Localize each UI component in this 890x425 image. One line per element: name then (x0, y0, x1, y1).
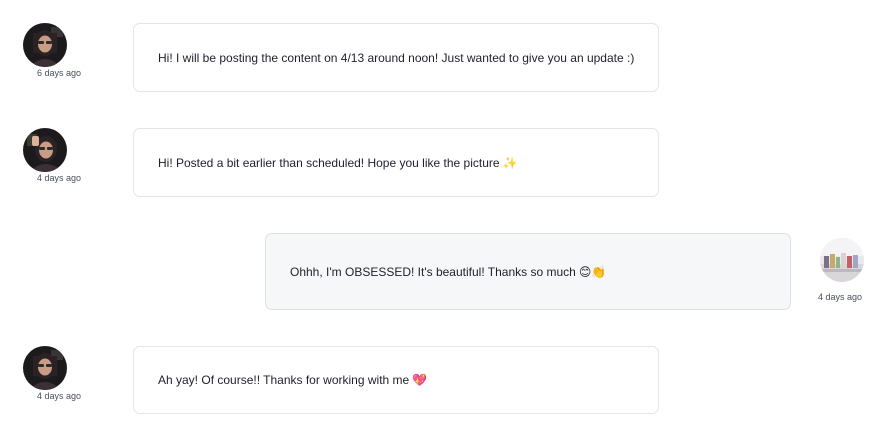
outgoing-message-bubble[interactable]: Ohhh, I'm OBSESSED! It's beautiful! Than… (265, 233, 791, 310)
sparkles-icon: ✨ (502, 155, 518, 170)
message-thread: 6 days ago Hi! I will be posting the con… (0, 0, 890, 425)
message-timestamp: 4 days ago (818, 292, 863, 302)
message-text: Hi! Posted a bit earlier than scheduled!… (158, 155, 500, 170)
incoming-message-bubble[interactable]: Hi! I will be posting the content on 4/1… (133, 23, 659, 92)
message-text: Ah yay! Of course!! Thanks for working w… (158, 373, 410, 387)
recipient-avatar[interactable] (820, 238, 864, 282)
incoming-message-bubble[interactable]: Ah yay! Of course!! Thanks for working w… (133, 346, 659, 414)
person-photo-icon (23, 128, 67, 172)
message-text: Ohhh, I'm OBSESSED! It's beautiful! Than… (290, 264, 576, 279)
sender-avatar[interactable] (23, 128, 67, 172)
incoming-message-bubble[interactable]: Hi! Posted a bit earlier than scheduled!… (133, 128, 659, 197)
product-photo-icon (820, 238, 864, 282)
person-photo-icon (23, 346, 67, 390)
message-timestamp: 6 days ago (37, 68, 82, 78)
heart-icon: 💖 (412, 373, 428, 387)
smile-clap-icon: 😊👏 (578, 264, 607, 279)
message-text: Hi! I will be posting the content on 4/1… (158, 50, 635, 65)
message-timestamp: 4 days ago (37, 391, 82, 401)
sender-avatar[interactable] (23, 23, 67, 67)
sender-avatar[interactable] (23, 346, 67, 390)
person-photo-icon (23, 23, 67, 67)
message-timestamp: 4 days ago (37, 173, 82, 183)
